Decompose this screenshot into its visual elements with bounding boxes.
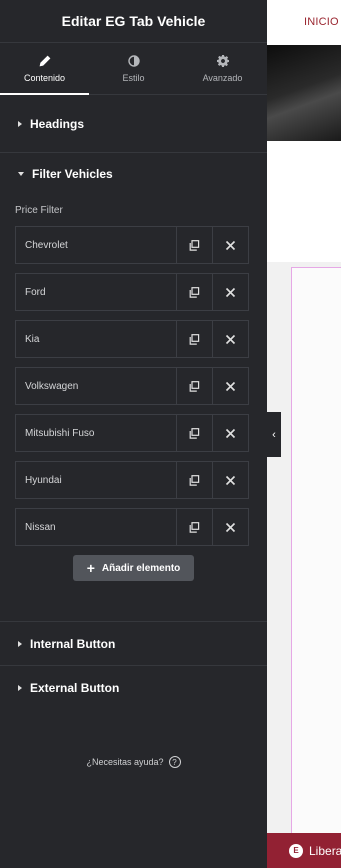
repeater-list: Chevrolet Ford Kia Volkswagen Mitsubishi Fus… — [0, 226, 267, 546]
section-headings-toggle[interactable]: Headings — [0, 95, 267, 153]
section-headings: Headings — [0, 95, 267, 153]
contrast-icon — [127, 54, 140, 67]
repeater-item[interactable]: Hyundai — [15, 461, 249, 499]
price-filter-label: Price Filter — [15, 205, 63, 216]
repeater-item[interactable]: Mitsubishi Fuso — [15, 414, 249, 452]
caret-down-icon — [18, 172, 24, 176]
copy-icon — [189, 521, 200, 533]
copy-icon — [189, 474, 200, 486]
repeater-item-title[interactable]: Volkswagen — [16, 368, 176, 404]
repeater-item[interactable]: Ford — [15, 273, 249, 311]
close-icon — [225, 334, 236, 344]
remove-button[interactable] — [212, 368, 248, 404]
section-headings-label: Headings — [30, 117, 85, 131]
tab-contenido-label: Contenido — [23, 72, 66, 83]
section-filter-vehicles-label: Filter Vehicles — [32, 167, 113, 181]
caret-right-icon — [18, 641, 22, 647]
repeater-item-title[interactable]: Mitsubishi Fuso — [16, 415, 176, 451]
hero-image — [267, 45, 341, 141]
section-external-button-toggle[interactable]: External Button — [0, 666, 267, 710]
repeater-item-title[interactable]: Ford — [16, 274, 176, 310]
panel-collapse-toggle[interactable]: ‹ — [267, 412, 281, 457]
copy-icon — [189, 286, 200, 298]
page-preview: INICIO ‹ E Libera — [267, 0, 341, 868]
repeater-item[interactable]: Kia — [15, 320, 249, 358]
copy-icon — [189, 239, 200, 251]
close-icon — [225, 475, 236, 485]
duplicate-button[interactable] — [176, 415, 212, 451]
gear-icon — [216, 54, 229, 67]
selected-widget-outline[interactable] — [291, 267, 341, 837]
copy-icon — [189, 333, 200, 345]
section-external-button-label: External Button — [30, 681, 120, 695]
caret-right-icon — [18, 685, 22, 691]
bottom-bar[interactable]: E Libera — [267, 833, 341, 868]
duplicate-button[interactable] — [176, 368, 212, 404]
remove-button[interactable] — [212, 462, 248, 498]
add-item-button[interactable]: + Añadir elemento — [72, 555, 195, 581]
duplicate-button[interactable] — [176, 274, 212, 310]
close-icon — [225, 240, 236, 250]
repeater-item-title[interactable]: Nissan — [16, 509, 176, 545]
tab-estilo[interactable]: Estilo — [89, 43, 178, 94]
elementor-logo-icon: E — [289, 843, 303, 858]
duplicate-button[interactable] — [176, 509, 212, 545]
nav-item-inicio[interactable]: INICIO — [304, 16, 339, 28]
section-internal-button-toggle[interactable]: Internal Button — [0, 622, 267, 666]
bottom-bar-label: Libera — [309, 843, 341, 858]
chevron-left-icon: ‹ — [272, 428, 276, 441]
pencil-icon — [39, 55, 50, 66]
section-filter-vehicles: Filter Vehicles Price Filter Chevrolet Fo… — [0, 153, 267, 622]
copy-icon — [189, 427, 200, 439]
close-icon — [225, 522, 236, 532]
section-external-button: External Button — [0, 666, 267, 710]
editor-panel: Editar EG Tab Vehicle Contenido Estilo A… — [0, 0, 267, 868]
repeater-item-title[interactable]: Kia — [16, 321, 176, 357]
remove-button[interactable] — [212, 415, 248, 451]
add-item-row: + Añadir elemento — [0, 555, 267, 581]
repeater-item[interactable]: Chevrolet — [15, 226, 249, 264]
tab-avanzado-label: Avanzado — [202, 72, 243, 83]
close-icon — [225, 428, 236, 438]
repeater-item[interactable]: Nissan — [15, 508, 249, 546]
remove-button[interactable] — [212, 321, 248, 357]
help-label: ¿Necesitas ayuda? — [86, 757, 164, 767]
question-icon: ? — [168, 756, 181, 768]
duplicate-button[interactable] — [176, 227, 212, 263]
tab-contenido[interactable]: Contenido — [0, 43, 89, 95]
section-internal-button-label: Internal Button — [30, 637, 116, 651]
remove-button[interactable] — [212, 227, 248, 263]
repeater-item-title[interactable]: Chevrolet — [16, 227, 176, 263]
panel-title: Editar EG Tab Vehicle — [0, 0, 267, 43]
duplicate-button[interactable] — [176, 462, 212, 498]
help-link[interactable]: ¿Necesitas ayuda? ? — [0, 756, 267, 768]
tab-avanzado[interactable]: Avanzado — [178, 43, 267, 94]
close-icon — [225, 381, 236, 391]
caret-right-icon — [18, 121, 22, 127]
section-internal-button: Internal Button — [0, 622, 267, 666]
repeater-item-title[interactable]: Hyundai — [16, 462, 176, 498]
close-icon — [225, 287, 236, 297]
plus-icon: + — [86, 560, 95, 576]
add-item-label: Añadir elemento — [101, 562, 181, 574]
repeater-item[interactable]: Volkswagen — [15, 367, 249, 405]
remove-button[interactable] — [212, 509, 248, 545]
copy-icon — [189, 380, 200, 392]
tab-estilo-label: Estilo — [122, 72, 145, 83]
panel-tabs: Contenido Estilo Avanzado — [0, 43, 267, 95]
remove-button[interactable] — [212, 274, 248, 310]
duplicate-button[interactable] — [176, 321, 212, 357]
section-filter-vehicles-toggle[interactable]: Filter Vehicles — [0, 153, 267, 195]
